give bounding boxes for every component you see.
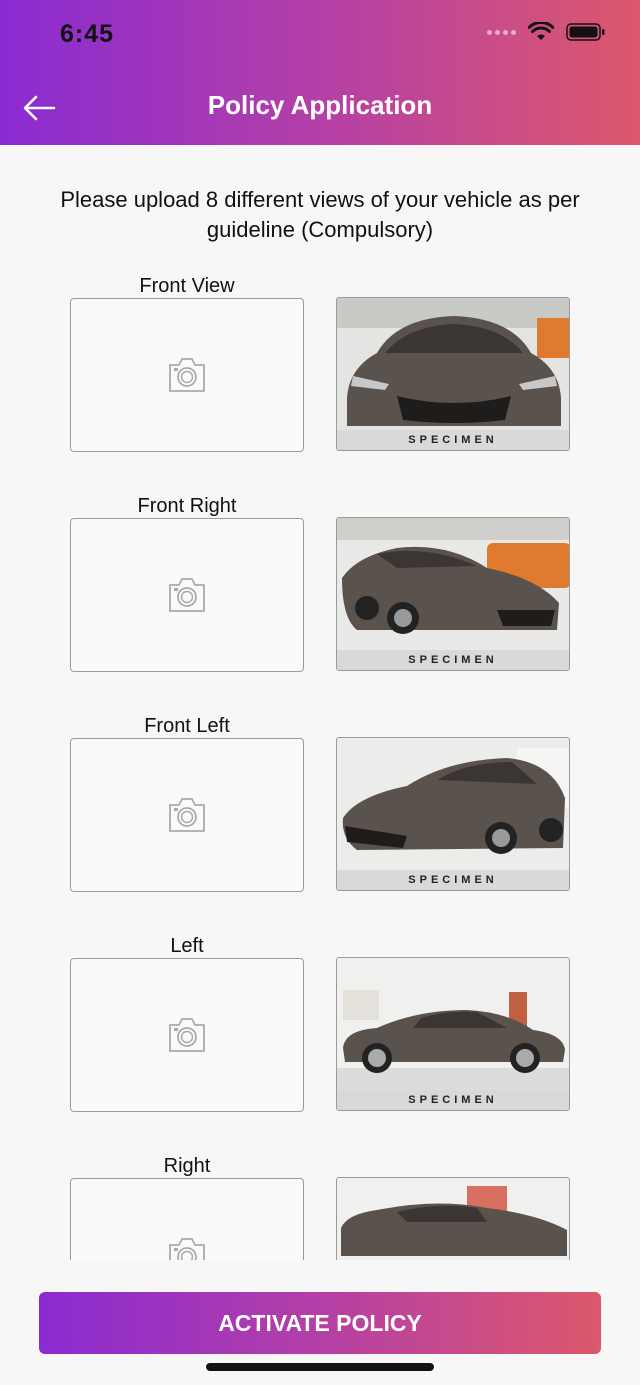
upload-photo-box[interactable] [70, 738, 304, 892]
specimen-watermark: SPECIMEN [337, 650, 569, 670]
status-icons [487, 22, 606, 42]
specimen-watermark: SPECIMEN [337, 1090, 569, 1110]
bottom-action-bar: ACTIVATE POLICY [0, 1260, 640, 1385]
camera-icon [169, 1018, 205, 1052]
wifi-icon [528, 22, 554, 40]
view-label: Front Right [137, 495, 237, 517]
cellular-signal-icon [487, 29, 516, 35]
specimen-watermark: SPECIMEN [337, 430, 569, 450]
camera-icon [169, 578, 205, 612]
page-title: Policy Application [207, 90, 433, 120]
upload-photo-box[interactable] [70, 1178, 304, 1260]
car-right-side-image [337, 1178, 569, 1260]
specimen-image-left: SPECIMEN [336, 957, 570, 1111]
upload-instructions: Please upload 8 different views of your … [60, 187, 580, 242]
specimen-image-front-left: SPECIMEN [336, 737, 570, 891]
view-label: Front View [139, 275, 235, 297]
specimen-image-front-right: SPECIMEN [336, 517, 570, 671]
specimen-watermark: SPECIMEN [337, 870, 569, 890]
upload-photo-box[interactable] [70, 958, 304, 1112]
battery-icon [566, 23, 605, 41]
specimen-image-right [336, 1177, 570, 1260]
camera-icon [169, 798, 205, 832]
app-header: 6:45 Policy Application [0, 0, 640, 145]
upload-photo-box[interactable] [70, 518, 304, 672]
car-front-left-image [337, 738, 569, 890]
car-front-right-image [337, 518, 569, 670]
camera-icon [169, 358, 205, 392]
car-left-side-image [337, 958, 569, 1110]
upload-content[interactable]: Please upload 8 different views of your … [0, 145, 640, 1260]
view-label: Front Left [144, 715, 230, 737]
home-indicator [206, 1363, 434, 1371]
view-label: Left [170, 935, 204, 957]
specimen-image-front-view: SPECIMEN [336, 297, 570, 451]
view-label: Right [163, 1155, 211, 1177]
car-front-view-image [337, 298, 569, 450]
upload-photo-box[interactable] [70, 298, 304, 452]
activate-policy-button[interactable]: ACTIVATE POLICY [39, 1292, 601, 1354]
status-time: 6:45 [60, 20, 115, 48]
camera-icon [169, 1238, 205, 1260]
